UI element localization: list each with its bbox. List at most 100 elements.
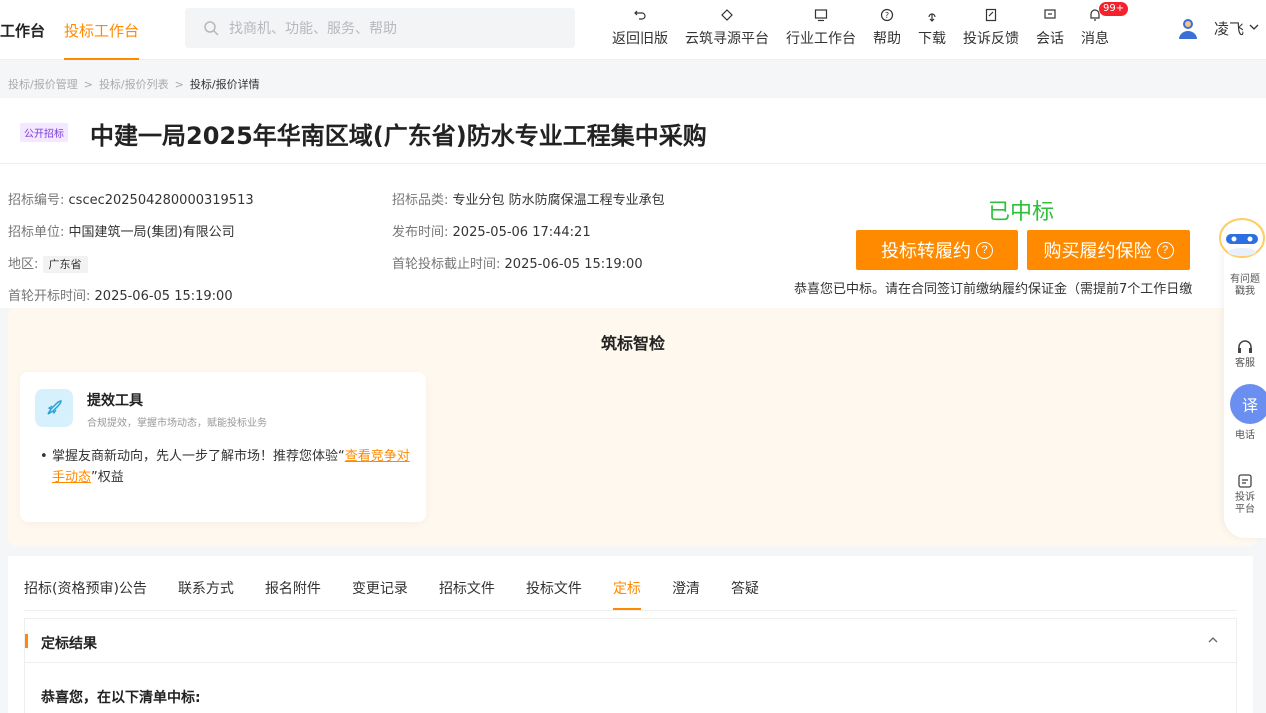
- region-label: 地区:: [8, 257, 39, 272]
- category-value: 专业分包 防水防腐保温工程专业承包: [452, 193, 665, 208]
- nav-industry-workbench[interactable]: 行业工作台: [786, 6, 856, 48]
- efficiency-tool-card: 提效工具 合规提效，掌握市场动态，赋能投标业务 掌握友商新动向，先人一步了解市场…: [20, 372, 426, 522]
- complaint-label: 投诉 平台: [1235, 492, 1255, 515]
- unit-row: 招标单位: 中国建筑一局(集团)有限公司: [8, 221, 235, 240]
- tab-qa[interactable]: 答疑: [731, 578, 759, 610]
- nav-label: 下载: [918, 31, 946, 47]
- diamond-icon: [718, 6, 736, 24]
- rocket-icon: [35, 389, 73, 427]
- customer-service-button[interactable]: 客服: [1224, 338, 1266, 370]
- search-input[interactable]: 找商机、功能、服务、帮助: [185, 8, 575, 48]
- top-navigation: 工作台 投标工作台 找商机、功能、服务、帮助 返回旧版 云筑寻源平台 行业工作台…: [0, 0, 1266, 60]
- convert-button-label: 投标转履约: [881, 241, 971, 261]
- complaint-platform-button[interactable]: 投诉 平台: [1224, 472, 1266, 516]
- search-icon: [204, 21, 219, 36]
- return-icon: [631, 6, 649, 24]
- unit-label: 招标单位:: [8, 225, 65, 240]
- assistant-robot-icon[interactable]: [1212, 214, 1266, 264]
- help-icon: ?: [976, 241, 993, 259]
- detail-tabs-card: 招标(资格预审)公告 联系方式 报名附件 变更记录 招标文件 投标文件 定标 澄…: [8, 556, 1253, 713]
- open-time-value: 2025-06-05 15:19:00: [94, 289, 233, 304]
- headset-icon: [1238, 340, 1252, 353]
- bid-number-value: cscec202504280000319513: [68, 193, 254, 208]
- region-value: 广东省: [42, 256, 88, 273]
- deadline-row: 首轮投标截止时间: 2025-06-05 15:19:00: [392, 253, 643, 272]
- publish-row: 发布时间: 2025-05-06 17:44:21: [392, 221, 591, 240]
- tool-desc: 合规提效，掌握市场动态，赋能投标业务: [87, 418, 267, 429]
- tab-attachments[interactable]: 报名附件: [265, 578, 321, 610]
- nav-label: 投诉反馈: [963, 31, 1019, 47]
- help-icon: ?: [878, 6, 896, 24]
- bid-number-label: 招标编号:: [8, 193, 65, 208]
- user-name: 凌飞: [1214, 19, 1245, 38]
- nav-messages[interactable]: 99+ 消息: [1081, 2, 1129, 48]
- nav-label: 返回旧版: [612, 31, 668, 47]
- breadcrumb-item[interactable]: 投标/报价列表: [99, 78, 169, 91]
- tab-bid-workbench[interactable]: 投标工作台: [64, 20, 140, 60]
- nav-help[interactable]: ? 帮助: [873, 6, 901, 48]
- smart-check-title: 筑标智检: [600, 334, 665, 353]
- deadline-value: 2025-06-05 15:19:00: [504, 257, 643, 272]
- complaint-icon: [1238, 474, 1252, 488]
- tab-bid-docs[interactable]: 招标文件: [439, 578, 495, 610]
- detail-tabs: 招标(资格预审)公告 联系方式 报名附件 变更记录 招标文件 投标文件 定标 澄…: [24, 578, 790, 610]
- publish-label: 发布时间:: [392, 225, 449, 240]
- tab-announcement[interactable]: 招标(资格预审)公告: [24, 578, 147, 610]
- nav-label: 行业工作台: [786, 31, 856, 47]
- tab-contact[interactable]: 联系方式: [178, 578, 234, 610]
- award-result-section: 定标结果 恭喜您，在以下清单中标:: [24, 618, 1237, 713]
- category-label: 招标品类:: [392, 193, 449, 208]
- avatar: [1174, 14, 1202, 42]
- title-area: 公开招标 中建一局2025年华南区域(广东省)防水专业工程集中采购: [0, 98, 1266, 164]
- breadcrumb-current: 投标/报价详情: [189, 78, 260, 91]
- nav-items: 返回旧版 云筑寻源平台 行业工作台 ? 帮助 下载 投诉反馈 会话 99+ 消息: [612, 2, 1129, 48]
- tabs-divider: [24, 610, 1237, 611]
- award-result-title: 定标结果: [41, 636, 97, 652]
- download-icon: [923, 6, 941, 24]
- feedback-icon: [982, 6, 1000, 24]
- nav-label: 帮助: [873, 31, 901, 47]
- help-me-button[interactable]: 有问题 戳我: [1224, 274, 1266, 298]
- phone-label: 电话: [1235, 430, 1255, 441]
- breadcrumb: 投标/报价管理 > 投标/报价列表 > 投标/报价详情: [8, 78, 260, 91]
- unit-value: 中国建筑一局(集团)有限公司: [68, 225, 235, 240]
- nav-label: 消息: [1081, 31, 1109, 47]
- user-menu[interactable]: 凌飞: [1174, 14, 1260, 42]
- bid-type-tag: 公开招标: [20, 123, 68, 142]
- award-congrats-text: 恭喜您，在以下清单中标:: [41, 690, 201, 706]
- help-me-label: 有问题 戳我: [1230, 274, 1260, 297]
- award-result-header[interactable]: 定标结果: [25, 619, 1236, 663]
- phone-button[interactable]: 电话: [1224, 430, 1266, 442]
- tool-name: 提效工具: [87, 393, 143, 409]
- tab-award[interactable]: 定标: [612, 578, 641, 610]
- tab-tender-docs[interactable]: 投标文件: [526, 578, 582, 610]
- deadline-label: 首轮投标截止时间:: [392, 257, 501, 272]
- insurance-button-label: 购买履约保险: [1043, 241, 1152, 261]
- category-row: 招标品类: 专业分包 防水防腐保温工程专业承包: [392, 189, 665, 208]
- nav-download[interactable]: 下载: [918, 6, 946, 48]
- tab-change-log[interactable]: 变更记录: [352, 578, 408, 610]
- open-time-label: 首轮开标时间:: [8, 289, 91, 304]
- nav-chat[interactable]: 会话: [1036, 6, 1064, 48]
- region-row: 地区: 广东省: [8, 253, 88, 273]
- chevron-up-icon[interactable]: [1206, 633, 1220, 647]
- tab-clarification[interactable]: 澄清: [672, 578, 700, 610]
- customer-service-label: 客服: [1235, 358, 1255, 369]
- nav-label: 云筑寻源平台: [685, 31, 769, 47]
- smart-check-panel: 筑标智检 提效工具 合规提效，掌握市场动态，赋能投标业务 掌握友商新动向，先人一…: [8, 308, 1258, 546]
- search-placeholder: 找商机、功能、服务、帮助: [229, 21, 397, 37]
- tab-workbench[interactable]: 工作台: [0, 20, 45, 60]
- section-accent-bar: [25, 634, 28, 648]
- page-title: 中建一局2025年华南区域(广东省)防水专业工程集中采购: [90, 122, 707, 150]
- buy-insurance-button[interactable]: 购买履约保险?: [1027, 230, 1190, 270]
- monitor-icon: [812, 6, 830, 24]
- nav-return-old[interactable]: 返回旧版: [612, 6, 668, 48]
- translate-button[interactable]: 译: [1230, 384, 1266, 424]
- breadcrumb-item[interactable]: 投标/报价管理: [8, 78, 78, 91]
- nav-cloud-sourcing[interactable]: 云筑寻源平台: [685, 6, 769, 48]
- won-notice: 恭喜您已中标。请在合同签订前缴纳履约保证金（需提前7个工作日缴: [794, 282, 1193, 297]
- nav-feedback[interactable]: 投诉反馈: [963, 6, 1019, 48]
- svg-text:?: ?: [885, 11, 889, 20]
- message-count-badge: 99+: [1099, 2, 1129, 16]
- convert-to-contract-button[interactable]: 投标转履约?: [856, 230, 1018, 270]
